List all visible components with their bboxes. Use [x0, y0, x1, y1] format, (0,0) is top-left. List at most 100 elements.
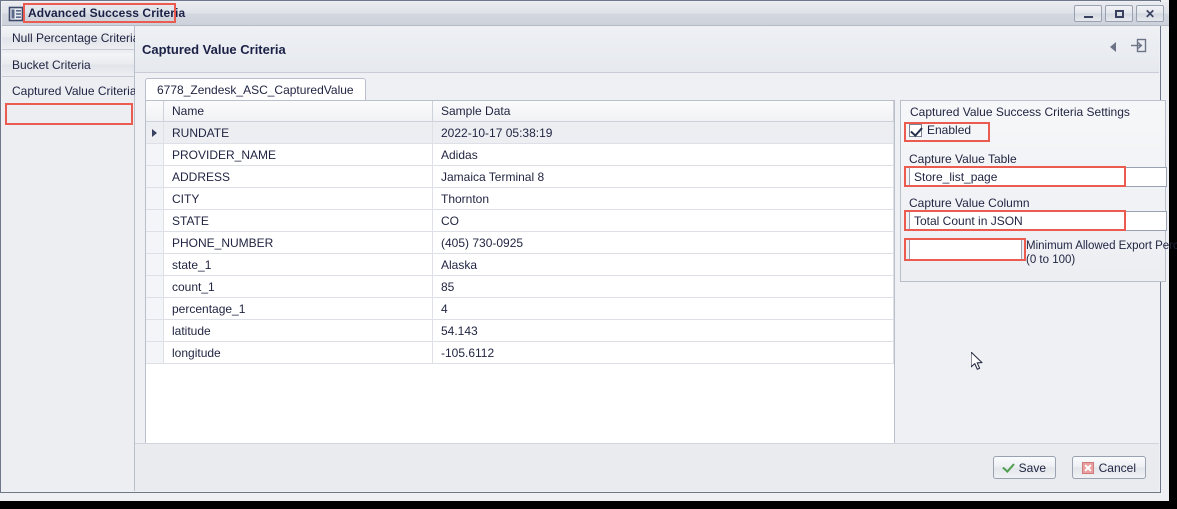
minimum-export-percentage-input[interactable] — [909, 239, 1022, 260]
tab-label: 6778_Zendesk_ASC_CapturedValue — [157, 83, 354, 97]
cell-sample: (405) 730-0925 — [433, 232, 894, 254]
table-row[interactable]: latitude 54.143 — [146, 320, 894, 342]
table-row[interactable]: CITY Thornton — [146, 188, 894, 210]
checkbox-checked-icon — [909, 124, 922, 137]
sidebar-item-label: Null Percentage Criteria — [12, 31, 139, 45]
window-controls: ✕ — [1074, 5, 1164, 22]
save-button-label: Save — [1019, 461, 1046, 475]
row-indicator — [146, 122, 164, 144]
cancel-button[interactable]: Cancel — [1072, 456, 1146, 479]
cell-sample: 85 — [433, 276, 894, 298]
cell-name: PROVIDER_NAME — [164, 144, 433, 166]
maximize-button[interactable] — [1105, 5, 1133, 22]
settings-panel: Captured Value Success Criteria Settings… — [900, 100, 1166, 282]
cell-name: STATE — [164, 210, 433, 232]
row-indicator — [146, 210, 164, 232]
table-row[interactable]: PHONE_NUMBER (405) 730-0925 — [146, 232, 894, 254]
sidebar: Null Percentage Criteria Bucket Criteria… — [2, 26, 135, 491]
grid-header: Name Sample Data — [146, 101, 894, 122]
cell-sample: 4 — [433, 298, 894, 320]
footer-bar: Save Cancel — [135, 443, 1159, 491]
mouse-cursor — [971, 352, 984, 375]
capture-value-column-label: Capture Value Column — [909, 196, 1030, 210]
row-indicator — [146, 232, 164, 254]
cell-name: PHONE_NUMBER — [164, 232, 433, 254]
row-indicator — [146, 276, 164, 298]
title-bar: Advanced Success Criteria ✕ — [2, 2, 1169, 26]
cell-sample: Adidas — [433, 144, 894, 166]
cell-name: RUNDATE — [164, 122, 433, 144]
close-icon: ✕ — [1145, 8, 1155, 20]
table-row[interactable]: STATE CO — [146, 210, 894, 232]
maximize-icon — [1115, 10, 1124, 18]
window-inner: Advanced Success Criteria ✕ — [0, 0, 1161, 493]
cell-sample: 2022-10-17 05:38:19 — [433, 122, 894, 144]
sidebar-item-bucket-criteria[interactable]: Bucket Criteria — [2, 53, 134, 77]
grid-header-row: Name Sample Data — [146, 101, 894, 122]
cell-name: ADDRESS — [164, 166, 433, 188]
table-row[interactable]: percentage_1 4 — [146, 298, 894, 320]
sample-data-grid[interactable]: Name Sample Data RUNDATE 2022-10-17 05:3… — [145, 100, 895, 486]
table-row[interactable]: count_1 85 — [146, 276, 894, 298]
cell-name: CITY — [164, 188, 433, 210]
row-indicator — [146, 144, 164, 166]
table-row[interactable]: state_1 Alaska — [146, 254, 894, 276]
header-tools — [1110, 38, 1147, 56]
cell-sample: Thornton — [433, 188, 894, 210]
check-icon — [1003, 462, 1014, 473]
row-indicator — [146, 188, 164, 210]
sidebar-item-null-percentage-criteria[interactable]: Null Percentage Criteria — [2, 26, 134, 50]
row-indicator-header — [146, 101, 164, 122]
cell-name: state_1 — [164, 254, 433, 276]
row-indicator — [146, 166, 164, 188]
sidebar-item-label: Bucket Criteria — [12, 58, 91, 72]
close-button[interactable]: ✕ — [1136, 5, 1164, 22]
window-frame: Advanced Success Criteria ✕ — [0, 0, 1177, 509]
cell-sample: Jamaica Terminal 8 — [433, 166, 894, 188]
table-row[interactable]: RUNDATE 2022-10-17 05:38:19 — [146, 122, 894, 144]
sidebar-item-label: Captured Value Criteria — [12, 84, 137, 98]
pct-label-line2: (0 to 100) — [1026, 254, 1075, 266]
cell-name: longitude — [164, 342, 433, 364]
cell-sample: 54.143 — [433, 320, 894, 342]
tab-strip: 6778_Zendesk_ASC_CapturedValue — [145, 78, 1159, 101]
cell-name: percentage_1 — [164, 298, 433, 320]
collapse-left-icon[interactable] — [1110, 42, 1116, 52]
cancel-button-label: Cancel — [1099, 461, 1136, 475]
annotation-sidebar-selected — [5, 103, 133, 125]
capture-value-column-input[interactable] — [909, 211, 1167, 231]
capture-value-table-input[interactable] — [909, 167, 1167, 187]
cell-sample: CO — [433, 210, 894, 232]
column-header-sample-data[interactable]: Sample Data — [433, 101, 894, 122]
form-panel-icon — [8, 6, 24, 22]
tab-captured-value[interactable]: 6778_Zendesk_ASC_CapturedValue — [145, 78, 366, 101]
table-row[interactable]: longitude -105.6112 — [146, 342, 894, 364]
table-row[interactable]: PROVIDER_NAME Adidas — [146, 144, 894, 166]
sidebar-item-captured-value-criteria[interactable]: Captured Value Criteria — [2, 79, 134, 103]
settings-panel-title: Captured Value Success Criteria Settings — [910, 105, 1130, 119]
cell-sample: Alaska — [433, 254, 894, 276]
window-title: Advanced Success Criteria — [28, 6, 185, 20]
column-header-name[interactable]: Name — [164, 101, 433, 122]
dock-panel-icon[interactable] — [1130, 38, 1147, 56]
minimum-export-percentage-label: Minimum Allowed Export Perc (0 to 100) — [1026, 239, 1177, 267]
minimize-icon — [1084, 16, 1093, 18]
page-title: Captured Value Criteria — [142, 42, 286, 57]
cell-name: latitude — [164, 320, 433, 342]
capture-value-table-label: Capture Value Table — [909, 152, 1017, 166]
table-row[interactable]: ADDRESS Jamaica Terminal 8 — [146, 166, 894, 188]
pct-label-line1: Minimum Allowed Export Perc — [1026, 240, 1177, 252]
minimize-button[interactable] — [1074, 5, 1102, 22]
enabled-label: Enabled — [927, 123, 971, 137]
cell-name: count_1 — [164, 276, 433, 298]
grid-body: RUNDATE 2022-10-17 05:38:19 PROVIDER_NAM… — [146, 122, 894, 364]
row-indicator — [146, 298, 164, 320]
content-header: Captured Value Criteria — [135, 26, 1159, 73]
grid-table: Name Sample Data RUNDATE 2022-10-17 05:3… — [146, 101, 894, 364]
enabled-checkbox[interactable]: Enabled — [909, 123, 971, 137]
cell-sample: -105.6112 — [433, 342, 894, 364]
row-indicator — [146, 320, 164, 342]
content-area: Captured Value Criteria — [135, 26, 1159, 491]
row-indicator — [146, 342, 164, 364]
save-button[interactable]: Save — [993, 456, 1056, 479]
